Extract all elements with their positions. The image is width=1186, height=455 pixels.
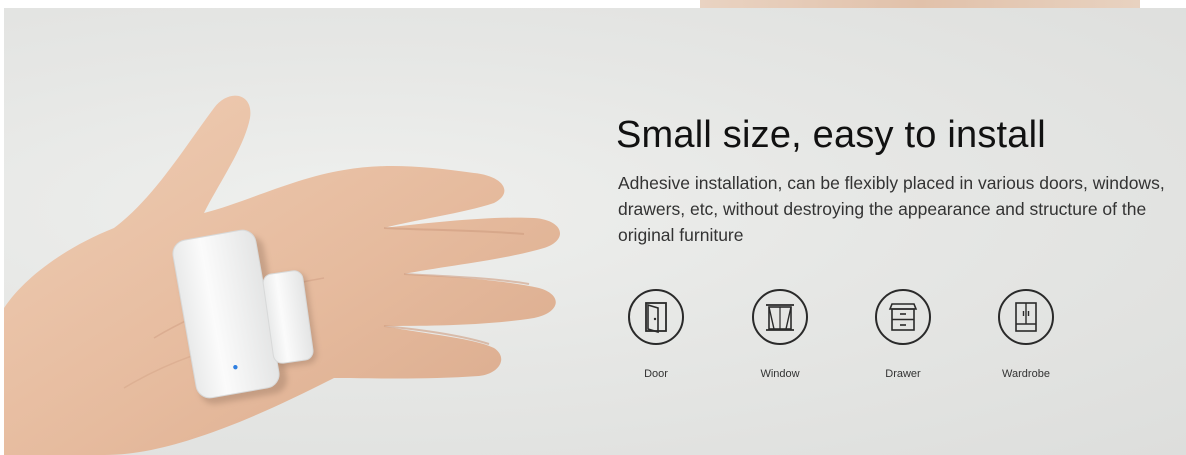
application-window: Window (734, 288, 826, 380)
headline: Small size, easy to install (616, 114, 1046, 156)
feature-text: Small size, easy to install Adhesive ins… (616, 112, 1176, 248)
application-door: Door (610, 288, 702, 380)
application-label: Wardrobe (1002, 368, 1050, 380)
application-drawer: Drawer (857, 288, 949, 380)
application-wardrobe: Wardrobe (980, 288, 1072, 380)
application-label: Window (760, 368, 800, 380)
application-label: Drawer (885, 368, 921, 380)
feature-section: Small size, easy to install Adhesive ins… (4, 8, 1186, 455)
door-icon (628, 289, 684, 345)
window-icon (752, 289, 808, 345)
application-label: Door (644, 368, 668, 380)
product-feature-banner: Small size, easy to install Adhesive ins… (0, 0, 1186, 455)
drawer-icon (875, 289, 931, 345)
hand-holding-sensor-photo (4, 95, 561, 455)
application-icons: Door Window Drawer Wardrobe (610, 288, 1070, 398)
wardrobe-icon (998, 289, 1054, 345)
previous-section-photo-edge (700, 0, 1140, 8)
description: Adhesive installation, can be flexibly p… (618, 173, 1165, 245)
